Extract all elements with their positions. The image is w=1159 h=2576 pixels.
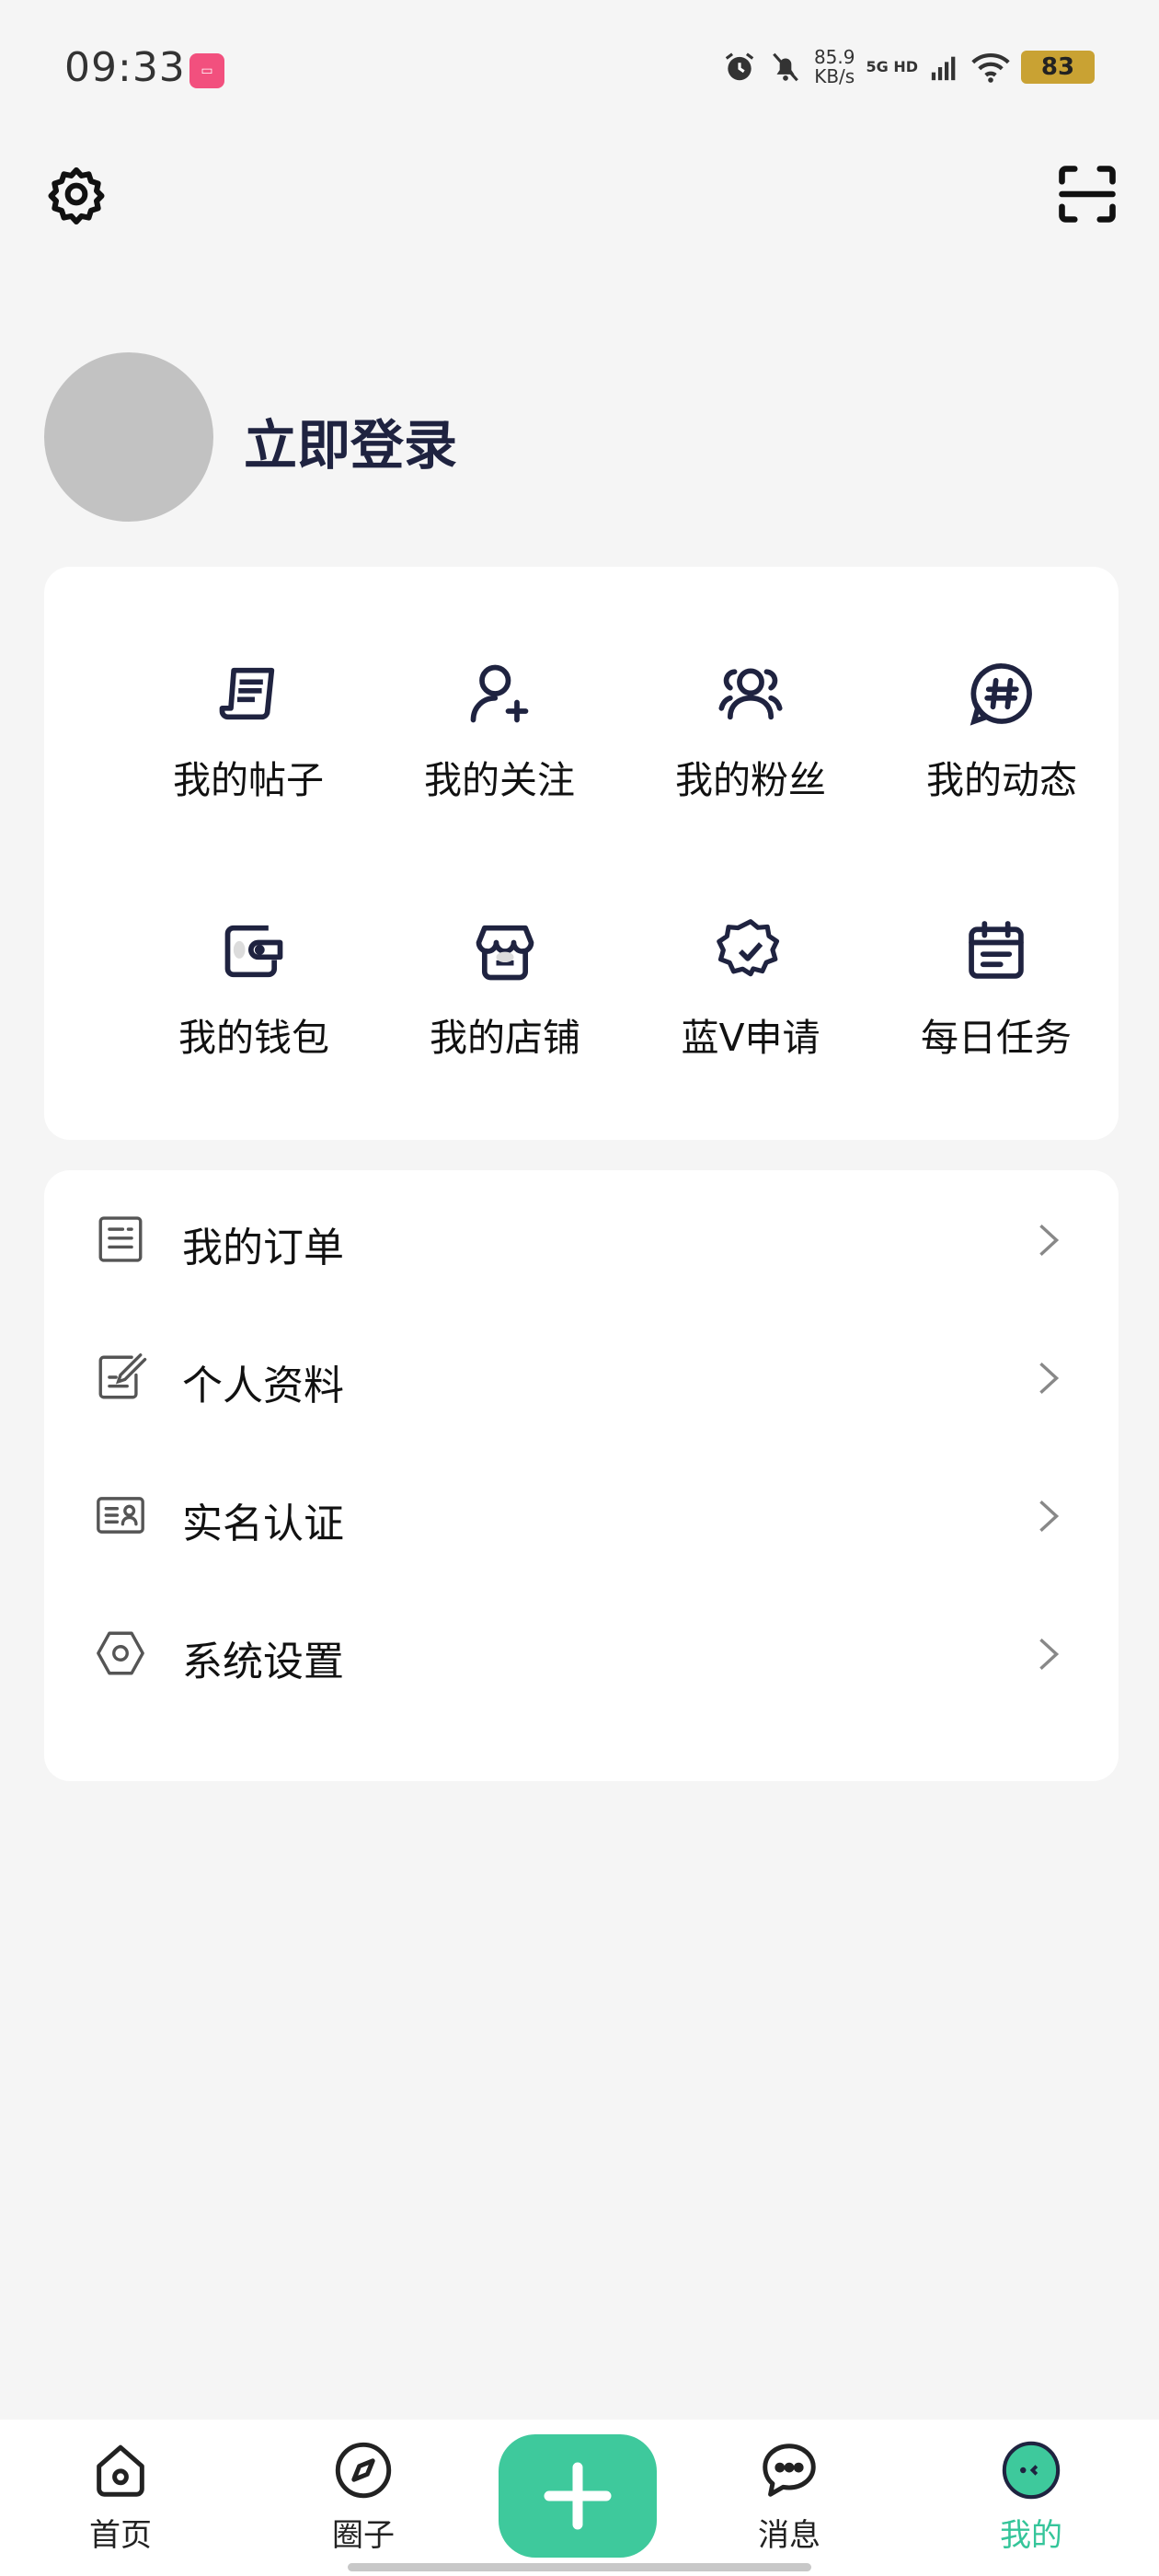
order-icon	[94, 1213, 147, 1266]
app-notification-icon: ▭	[189, 53, 224, 88]
hashtag-icon	[896, 659, 1107, 729]
grid-item-label: 我的关注	[424, 758, 575, 802]
nav-circle[interactable]: 圈子	[294, 2438, 432, 2555]
grid-item-my-follows[interactable]: 我的关注	[394, 659, 605, 843]
hexagon-settings-icon	[94, 1627, 147, 1680]
bottom-nav: 首页 圈子 消息 我的	[0, 2420, 1159, 2576]
grid-item-blue-v-apply[interactable]: 蓝V申请	[645, 916, 856, 1100]
plus-icon	[499, 2462, 657, 2561]
shortcut-grid-card: 我的帖子 我的关注 我的粉丝 我的动态 我的钱包 我的店铺 蓝V申请 每日任务	[44, 567, 1119, 1140]
nav-home[interactable]: 首页	[52, 2438, 189, 2555]
grid-item-my-fans[interactable]: 我的粉丝	[645, 659, 856, 843]
grid-item-label: 我的钱包	[178, 1016, 329, 1060]
grid-item-label: 每日任务	[921, 1016, 1072, 1060]
grid-item-my-posts[interactable]: 我的帖子	[143, 659, 354, 843]
nav-label: 圈子	[332, 2517, 395, 2554]
status-icons: 85.9 KB/s 5G HD 83	[722, 48, 1095, 86]
mute-bell-icon	[768, 50, 803, 85]
add-post-button[interactable]	[499, 2434, 657, 2558]
net-speed-unit: KB/s	[814, 65, 855, 87]
grid-item-label: 蓝V申请	[681, 1016, 820, 1060]
wallet-icon	[148, 916, 360, 986]
verified-badge-icon	[645, 916, 856, 986]
menu-item-label: 实名认证	[182, 1501, 344, 1547]
home-indicator[interactable]	[348, 2563, 811, 2571]
menu-item-label: 我的订单	[182, 1225, 344, 1271]
scan-icon[interactable]	[1057, 164, 1118, 224]
menu-item-profile-info[interactable]: 个人资料	[44, 1308, 1119, 1446]
status-time: 09:33	[64, 44, 186, 91]
chevron-right-icon	[1032, 1360, 1065, 1397]
grid-item-label: 我的粉丝	[675, 758, 826, 802]
nav-label: 首页	[89, 2517, 152, 2554]
grid-item-label: 我的店铺	[430, 1016, 580, 1060]
compass-icon	[294, 2438, 432, 2502]
home-icon	[52, 2438, 189, 2502]
menu-item-label: 个人资料	[182, 1363, 344, 1409]
chevron-right-icon	[1032, 1636, 1065, 1673]
profile-face-icon	[962, 2438, 1100, 2502]
login-link[interactable]: 立即登录	[244, 402, 457, 479]
alarm-icon	[722, 50, 757, 85]
nav-profile[interactable]: 我的	[962, 2438, 1100, 2555]
net-speed: 85.9 KB/s	[814, 48, 855, 86]
id-card-icon	[94, 1489, 147, 1542]
chevron-right-icon	[1032, 1498, 1065, 1535]
menu-item-label: 系统设置	[182, 1639, 344, 1685]
follow-icon	[394, 659, 605, 729]
chat-icon	[720, 2438, 858, 2502]
signal-icon	[929, 52, 960, 83]
menu-item-system-settings[interactable]: 系统设置	[44, 1584, 1119, 1722]
status-bar: 09:33 ▭ 85.9 KB/s 5G HD 83	[0, 0, 1159, 138]
grid-item-my-activity[interactable]: 我的动态	[896, 659, 1107, 843]
post-icon	[143, 659, 354, 729]
calendar-icon	[890, 916, 1102, 986]
grid-item-my-store[interactable]: 我的店铺	[399, 916, 611, 1100]
avatar[interactable]	[44, 352, 213, 522]
grid-item-my-wallet[interactable]: 我的钱包	[148, 916, 360, 1100]
network-type: 5G HD	[866, 58, 918, 75]
nav-messages[interactable]: 消息	[720, 2438, 858, 2555]
menu-item-real-name-auth[interactable]: 实名认证	[44, 1446, 1119, 1584]
menu-list-card: 我的订单 个人资料 实名认证 系统设置	[44, 1170, 1119, 1781]
menu-item-my-orders[interactable]: 我的订单	[44, 1170, 1119, 1308]
grid-item-daily-tasks[interactable]: 每日任务	[890, 916, 1102, 1100]
edit-profile-icon	[94, 1351, 147, 1404]
wifi-icon	[971, 51, 1010, 84]
nav-label: 消息	[758, 2517, 820, 2554]
settings-gear-icon[interactable]	[46, 164, 107, 224]
chevron-right-icon	[1032, 1222, 1065, 1259]
nav-label-active: 我的	[1000, 2517, 1062, 2554]
fans-icon	[645, 659, 856, 729]
grid-item-label: 我的动态	[926, 758, 1077, 802]
grid-item-label: 我的帖子	[173, 758, 324, 802]
battery-indicator: 83	[1021, 51, 1095, 84]
store-icon	[399, 916, 611, 986]
